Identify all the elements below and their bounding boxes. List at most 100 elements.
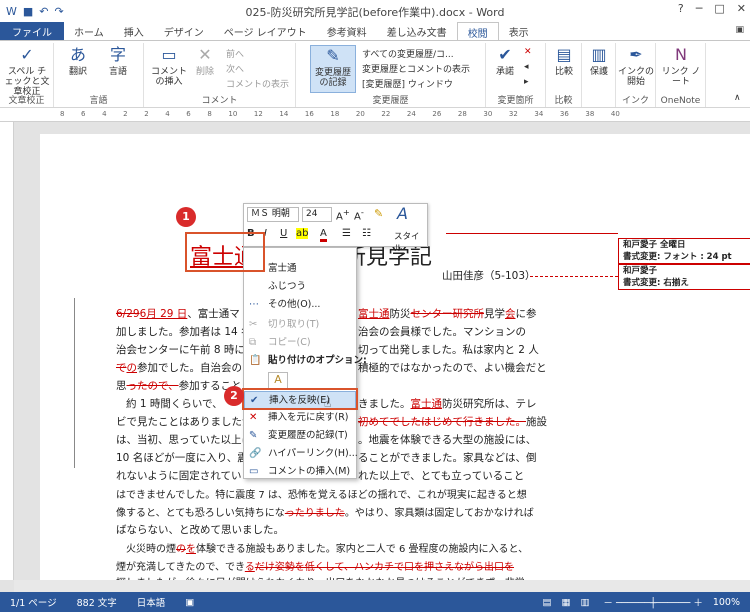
close-button[interactable]: ✕	[737, 2, 746, 15]
group-changes: ✔ 承諾 ✕ ◂ ▸ 変更箇所	[486, 43, 546, 107]
tab-mailings[interactable]: 差し込み文書	[377, 22, 457, 40]
mini-toolbar: ＭＳ 明朝 24 A+ A- ✎ A B I U ab A ☰ ☷ スタイル	[243, 203, 428, 254]
link-icon: 🔗	[249, 448, 262, 459]
status-bar: 1/1 ページ 882 文字 日本語 ▣ ▤ ▦ ▥ － ──────┼────…	[0, 592, 750, 612]
font-color-icon[interactable]: A	[320, 228, 327, 242]
prev-comment-button[interactable]: 前へ	[226, 47, 244, 60]
avatar[interactable]: ▣	[735, 25, 744, 35]
print-layout-icon[interactable]: ▦	[561, 597, 570, 608]
styles-icon[interactable]: A	[397, 204, 408, 223]
tab-file[interactable]: ファイル	[0, 22, 64, 40]
compare-button[interactable]: ▤ 比較	[549, 45, 579, 77]
author-line[interactable]: 山田佳彦（5-103）	[442, 268, 536, 283]
styles-label[interactable]: スタイル	[394, 230, 427, 254]
menu-item-track-changes[interactable]: ✎ 変更履歴の記録(T)	[244, 427, 356, 445]
comment-icon: ▭	[161, 45, 177, 64]
menu-item-more[interactable]: ⋯ その他(O)...	[244, 296, 356, 314]
help-icon[interactable]: ?	[678, 2, 684, 15]
reviewing-pane-button[interactable]: [変更履歴] ウィンドウ	[362, 77, 453, 90]
undo-icon[interactable]: ↶	[39, 5, 48, 18]
clipboard-icon: 📋	[249, 355, 262, 366]
menu-item-suggestion-2[interactable]: ふじつう	[244, 278, 356, 296]
new-comment-button[interactable]: ▭ コメントの挿入	[148, 45, 190, 87]
next-change-icon[interactable]: ▸	[524, 77, 529, 87]
change-bar	[74, 298, 75, 468]
horizontal-ruler[interactable]: 8 6 4 2 2 4 6 8 10 12 14 16 18 20 22 24 26 28 30 32 34 36 38 40	[0, 108, 750, 122]
zoom-slider[interactable]: － ──────┼────── ＋	[603, 595, 702, 609]
pen-icon: ✒	[629, 45, 643, 64]
protect-button[interactable]: ▥ 保護	[584, 45, 614, 77]
underline-button[interactable]: U	[280, 228, 287, 239]
prev-change-icon[interactable]: ◂	[524, 62, 529, 72]
markup-area	[612, 134, 750, 580]
maximize-button[interactable]: □	[714, 2, 724, 15]
format-painter-icon[interactable]: ✎	[374, 207, 383, 220]
tab-references[interactable]: 参考資料	[317, 22, 377, 40]
highlight-icon[interactable]: ab	[296, 228, 309, 239]
word-logo-icon: W	[6, 4, 17, 18]
macro-icon[interactable]: ▣	[185, 597, 194, 608]
group-tracking: ✎ 変更履歴の記録 すべての変更履歴/コ... 変更履歴とコメントの表示 [変更履…	[296, 43, 486, 107]
revision-balloon[interactable]: 和戸愛子 全曜日 書式変更: フォント : 24 pt	[618, 238, 750, 264]
minimize-button[interactable]: ─	[696, 2, 703, 15]
numbering-icon[interactable]: ☷	[362, 228, 371, 239]
menu-item-cut[interactable]: ✂ 切り取り(T)	[244, 316, 356, 334]
accept-button[interactable]: ✔ 承諾	[490, 45, 520, 77]
show-comments-button[interactable]: コメントの表示	[226, 77, 289, 90]
group-onenote: N リンク ノート OneNote	[656, 43, 706, 107]
revision-balloon[interactable]: 和戸愛子 書式変更: 右揃え	[618, 264, 750, 290]
delete-comment-button[interactable]: ✕ 削除	[190, 45, 220, 77]
reject-icon[interactable]: ✕	[524, 47, 532, 57]
grow-font-icon[interactable]: A+	[336, 207, 350, 222]
ribbon-tabs: ファイル ホーム 挿入 デザイン ページ レイアウト 参考資料 差し込み文書 校…	[0, 22, 750, 40]
more-icon: ⋯	[249, 299, 259, 310]
tab-design[interactable]: デザイン	[154, 22, 214, 40]
context-menu: 富士通 ふじつう ⋯ その他(O)... ✂ 切り取り(T) ⧉ コピー(C) 📋 貼り…	[243, 247, 367, 481]
save-icon[interactable]: ■	[23, 5, 33, 18]
copy-icon: ⧉	[249, 337, 257, 348]
shrink-font-icon[interactable]: A-	[354, 207, 364, 222]
language-status[interactable]: 日本語	[137, 595, 166, 609]
linked-notes-button[interactable]: N リンク ノート	[660, 45, 702, 87]
menu-item-hyperlink[interactable]: 🔗 ハイパーリンク(H)...	[244, 445, 358, 463]
tab-page-layout[interactable]: ページ レイアウト	[214, 22, 317, 40]
font-size-select[interactable]: 24	[302, 207, 332, 222]
step-marker-2: 2	[224, 386, 244, 406]
mouse-cursor-icon: ☝	[324, 396, 332, 410]
markup-select[interactable]: すべての変更履歴/コ...	[362, 47, 454, 60]
ink-button[interactable]: ✒ インクの開始	[618, 45, 654, 87]
tab-view[interactable]: 表示	[499, 22, 539, 40]
redo-icon[interactable]: ↷	[55, 5, 64, 18]
web-layout-icon[interactable]: ▥	[580, 597, 589, 608]
group-ink: ✒ インクの開始 インク	[618, 43, 656, 107]
window-title: 025-防災研究所見学記(before作業中).docx - Word	[245, 6, 505, 19]
language-icon: 字	[109, 45, 126, 64]
zoom-level[interactable]: 100%	[713, 597, 740, 608]
page-count[interactable]: 1/1 ページ	[10, 595, 57, 609]
font-select[interactable]: ＭＳ 明朝	[247, 207, 299, 222]
tab-insert[interactable]: 挿入	[114, 22, 154, 40]
spelling-button[interactable]: ✓ スペル チェックと文章校正	[4, 45, 50, 97]
show-markup-button[interactable]: 変更履歴とコメントの表示	[362, 62, 470, 75]
menu-item-new-comment[interactable]: ▭ コメントの挿入(M)	[244, 463, 356, 481]
menu-item-copy[interactable]: ⧉ コピー(C)	[244, 334, 356, 352]
bullets-icon[interactable]: ☰	[342, 228, 351, 239]
menu-item-reject-insertion[interactable]: ✕ 挿入を元に戻す(R)	[244, 409, 356, 427]
read-mode-icon[interactable]: ▤	[542, 597, 551, 608]
horizontal-scrollbar[interactable]	[14, 580, 750, 592]
highlight-box-1	[185, 232, 265, 272]
translate-button[interactable]: あ翻訳	[60, 45, 96, 77]
word-count[interactable]: 882 文字	[77, 595, 117, 609]
lock-icon: ▥	[591, 45, 607, 64]
collapse-ribbon-icon[interactable]: ∧	[734, 93, 741, 103]
track-changes-button[interactable]: ✎ 変更履歴の記録	[310, 45, 356, 93]
language-button[interactable]: 字言語	[100, 45, 136, 77]
next-comment-button[interactable]: 次へ	[226, 62, 244, 75]
title-bar: W ■ ↶ ↷ 025-防災研究所見学記(before作業中).docx - W…	[0, 0, 750, 22]
tab-review[interactable]: 校閲	[456, 22, 499, 40]
vertical-ruler[interactable]	[0, 122, 14, 580]
comment-icon: ▭	[249, 466, 259, 477]
highlight-box-2	[242, 388, 358, 410]
tab-home[interactable]: ホーム	[64, 22, 114, 40]
translate-icon: あ	[69, 45, 86, 64]
